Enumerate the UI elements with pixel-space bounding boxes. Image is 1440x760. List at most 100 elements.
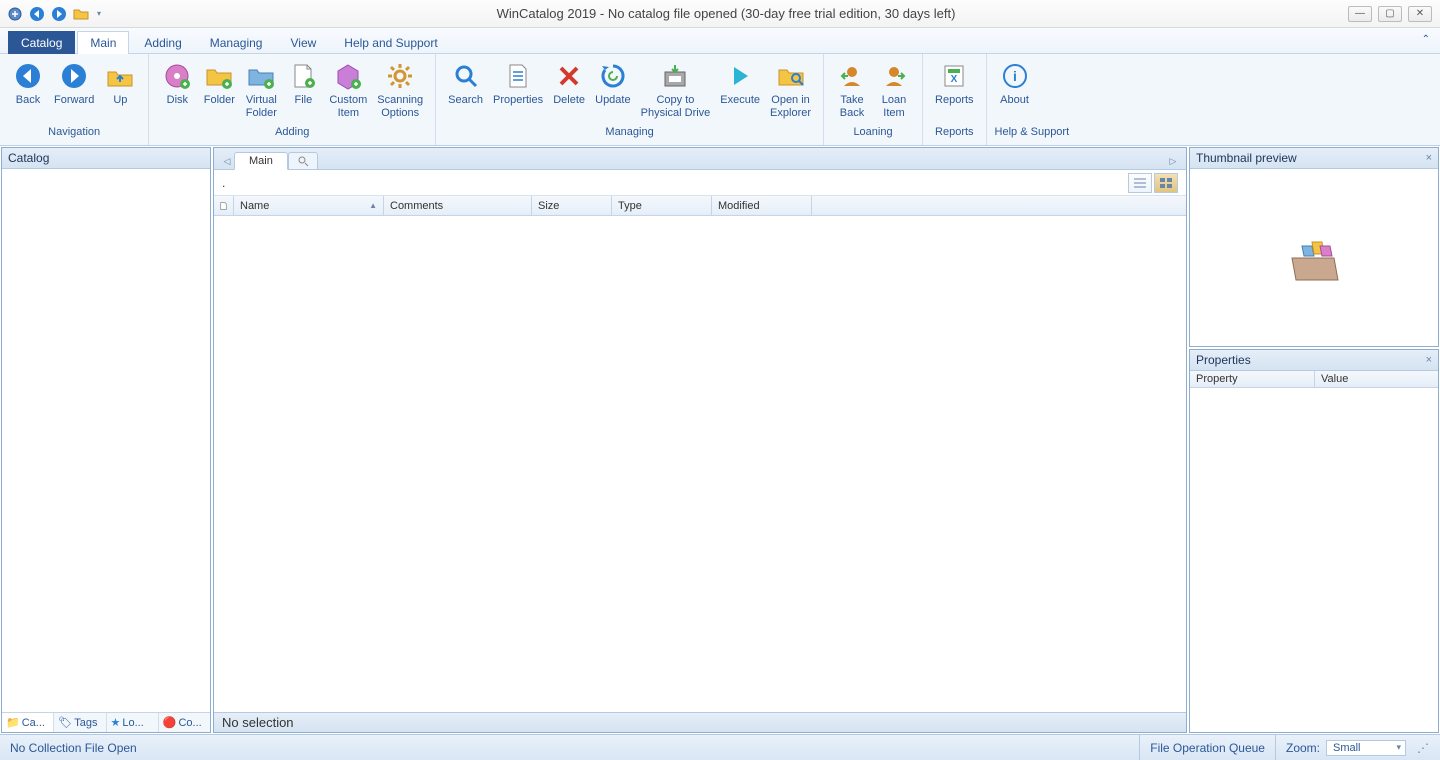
delete-label: Delete	[553, 94, 585, 106]
zoom-control: Zoom: Small	[1275, 735, 1416, 760]
reports-button[interactable]: XReports	[931, 58, 978, 124]
path-bar: .	[214, 170, 1186, 196]
catalog-tab-icon: 📁	[6, 716, 20, 729]
thumbnail-close-icon[interactable]: ×	[1426, 152, 1432, 164]
execute-button[interactable]: Execute	[716, 58, 764, 124]
left-tab-contacts[interactable]: 🔴Co...	[159, 713, 210, 732]
file-list[interactable]	[214, 216, 1186, 712]
loan-item-button[interactable]: Loan Item	[874, 58, 914, 124]
view-thumbs-button[interactable]	[1154, 173, 1178, 193]
folder-button[interactable]: Folder	[199, 58, 239, 124]
col-comments[interactable]: Comments	[384, 196, 532, 215]
ribbon-collapse-icon[interactable]: ⌃	[1422, 34, 1430, 45]
update-button[interactable]: Update	[591, 58, 634, 124]
left-tab-catalog-label: Ca...	[22, 717, 45, 729]
tab-help[interactable]: Help and Support	[331, 31, 450, 54]
group-name-managing: Managing	[444, 126, 815, 140]
copy-to-button[interactable]: Copy to Physical Drive	[637, 58, 715, 124]
main-area: Catalog 📁Ca... 🏷Tags ★Lo... 🔴Co... ◁ Mai…	[0, 146, 1440, 734]
forward-button[interactable]: Forward	[50, 58, 98, 124]
center-tab-main[interactable]: Main	[234, 152, 288, 170]
zoom-select[interactable]: Small	[1326, 740, 1406, 756]
window-buttons: ― ▢ ✕	[1348, 6, 1440, 22]
selection-status: No selection	[222, 715, 294, 730]
disk-label: Disk	[167, 94, 188, 106]
left-tab-locations[interactable]: ★Lo...	[107, 713, 159, 732]
scanning-options-button[interactable]: Scanning Options	[373, 58, 427, 124]
prop-col-property[interactable]: Property	[1190, 371, 1315, 387]
back-label: Back	[16, 94, 40, 106]
file-button[interactable]: File	[283, 58, 323, 124]
current-path: .	[222, 176, 225, 190]
prop-col-value[interactable]: Value	[1315, 371, 1438, 387]
minimize-button[interactable]: ―	[1348, 6, 1372, 22]
left-tab-lo-label: Lo...	[122, 717, 143, 729]
properties-grid-header: Property Value	[1190, 371, 1438, 388]
zoom-value: Small	[1333, 742, 1361, 754]
left-tab-catalog[interactable]: 📁Ca...	[2, 712, 54, 732]
update-label: Update	[595, 94, 630, 106]
col-name[interactable]: Name▲	[234, 196, 384, 215]
qat-folder-icon[interactable]	[72, 5, 90, 23]
virtual-folder-button[interactable]: Virtual Folder	[241, 58, 281, 124]
group-name-help: Help & Support	[995, 126, 1070, 140]
openexp-label: Open in Explorer	[770, 94, 811, 119]
up-button[interactable]: Up	[100, 58, 140, 124]
tab-catalog[interactable]: Catalog	[8, 31, 75, 54]
app-icon[interactable]	[6, 5, 24, 23]
properties-grid-body[interactable]	[1190, 388, 1438, 732]
maximize-button[interactable]: ▢	[1378, 6, 1402, 22]
star-tab-icon: ★	[111, 716, 121, 729]
view-list-button[interactable]	[1128, 173, 1152, 193]
col-icon[interactable]	[214, 196, 234, 215]
back-button[interactable]: Back	[8, 58, 48, 124]
close-button[interactable]: ✕	[1408, 6, 1432, 22]
ribbon: Back Forward Up Navigation Disk Folder V…	[0, 54, 1440, 146]
tab-scroll-left-icon[interactable]: ◁	[220, 153, 234, 169]
tab-adding[interactable]: Adding	[131, 31, 194, 54]
group-name-adding: Adding	[157, 126, 427, 140]
tab-view[interactable]: View	[277, 31, 329, 54]
col-size[interactable]: Size	[532, 196, 612, 215]
forward-label: Forward	[54, 94, 94, 106]
left-tab-tags[interactable]: 🏷Tags	[54, 713, 106, 732]
loanitem-label: Loan Item	[882, 94, 906, 119]
tab-managing[interactable]: Managing	[197, 31, 276, 54]
qat-dropdown-icon[interactable]: ▾	[94, 5, 104, 23]
catalog-tree[interactable]	[2, 169, 210, 712]
left-tab-tags-label: Tags	[74, 717, 97, 729]
properties-close-icon[interactable]: ×	[1426, 354, 1432, 366]
take-back-button[interactable]: Take Back	[832, 58, 872, 124]
takeback-label: Take Back	[840, 94, 864, 119]
delete-button[interactable]: Delete	[549, 58, 589, 124]
col-modified[interactable]: Modified	[712, 196, 812, 215]
resize-grip-icon[interactable]: ⋰	[1416, 741, 1430, 755]
center-tab-search[interactable]	[288, 152, 318, 170]
scanopt-label: Scanning Options	[377, 94, 423, 119]
search-button[interactable]: Search	[444, 58, 487, 124]
disk-button[interactable]: Disk	[157, 58, 197, 124]
col-filler	[812, 196, 1186, 215]
left-tab-co-label: Co...	[178, 717, 201, 729]
properties-button[interactable]: Properties	[489, 58, 547, 124]
about-button[interactable]: iAbout	[995, 58, 1035, 124]
qat-forward-icon[interactable]	[50, 5, 68, 23]
properties-header: Properties×	[1190, 350, 1438, 371]
thumbnail-pane: Thumbnail preview×	[1189, 147, 1439, 347]
file-operation-queue[interactable]: File Operation Queue	[1139, 735, 1275, 760]
ribbon-group-navigation: Back Forward Up Navigation	[0, 54, 149, 145]
left-panel-tabs: 📁Ca... 🏷Tags ★Lo... 🔴Co...	[2, 712, 210, 732]
tab-main[interactable]: Main	[77, 31, 129, 54]
qat-back-icon[interactable]	[28, 5, 46, 23]
thumbnail-header: Thumbnail preview×	[1190, 148, 1438, 169]
open-explorer-button[interactable]: Open in Explorer	[766, 58, 815, 124]
ribbon-group-reports: XReports Reports	[923, 54, 987, 145]
col-type-label: Type	[618, 200, 642, 212]
up-label: Up	[113, 94, 127, 106]
custom-item-button[interactable]: Custom Item	[325, 58, 371, 124]
col-type[interactable]: Type	[612, 196, 712, 215]
reports-label: Reports	[935, 94, 974, 106]
ribbon-group-managing: Search Properties Delete Update Copy to …	[436, 54, 824, 145]
vfolder-label: Virtual Folder	[246, 94, 277, 119]
tab-scroll-right-icon[interactable]: ▷	[1166, 153, 1180, 169]
